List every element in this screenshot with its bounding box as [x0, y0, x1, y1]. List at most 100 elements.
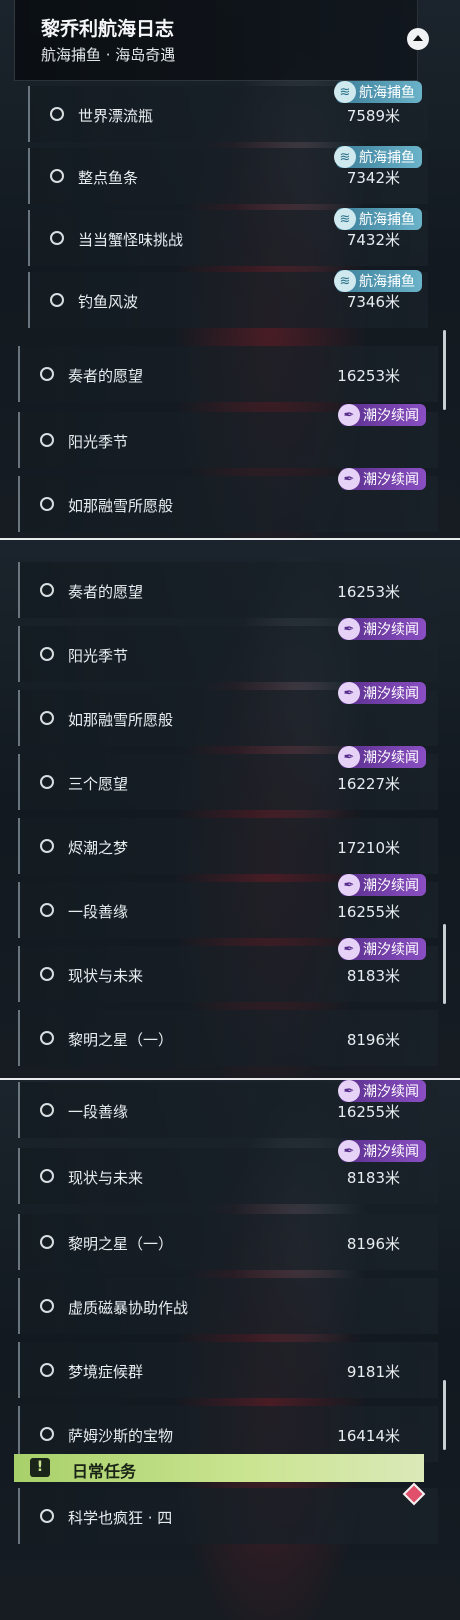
scrollbar[interactable] — [443, 924, 446, 1004]
tide-tag: ✒ 潮汐续闻 — [338, 874, 426, 896]
quest-distance: 16255米 — [337, 1103, 400, 1121]
feather-icon: ✒ — [338, 1140, 360, 1162]
quest-name: 阳光季节 — [68, 433, 129, 451]
tag-label: 航海捕鱼 — [359, 85, 415, 101]
scrollbar[interactable] — [443, 1380, 446, 1450]
feather-icon: ✒ — [338, 874, 360, 896]
tag-label: 潮汐续闻 — [363, 622, 419, 638]
tag-label: 潮汐续闻 — [363, 686, 419, 702]
scrollbar[interactable] — [443, 330, 446, 410]
quest-name: 黎明之星（一） — [68, 1235, 174, 1253]
quest-status-icon — [40, 1031, 54, 1045]
tag-label: 潮汐续闻 — [363, 750, 419, 766]
quest-name: 科学也疯狂 · 四 — [68, 1509, 173, 1527]
quest-status-icon — [40, 775, 54, 789]
tide-tag: ✒ 潮汐续闻 — [338, 468, 426, 490]
quest-row[interactable]: 科学也疯狂 · 四 — [18, 1488, 438, 1544]
tag-label: 潮汐续闻 — [363, 1144, 419, 1160]
wave-icon: ≋ — [334, 270, 356, 292]
quest-status-icon — [40, 839, 54, 853]
quest-status-icon — [50, 293, 64, 307]
tag-label: 潮汐续闻 — [363, 878, 419, 894]
quest-name: 奏者的愿望 — [68, 583, 144, 601]
quest-status-icon — [40, 1103, 54, 1117]
quest-distance: 16414米 — [337, 1427, 400, 1445]
quest-status-icon — [40, 711, 54, 725]
quest-name: 如那融雪所愿般 — [68, 711, 174, 729]
quest-status-icon — [40, 903, 54, 917]
feather-icon: ✒ — [338, 746, 360, 768]
tag-label: 航海捕鱼 — [359, 274, 415, 290]
quest-name: 世界漂流瓶 — [78, 107, 154, 125]
quest-distance: 8183米 — [346, 1169, 400, 1187]
quest-distance: 16227米 — [337, 775, 400, 793]
fishing-tag: ≋ 航海捕鱼 — [334, 146, 422, 168]
quest-name: 一段善缘 — [68, 903, 129, 921]
quest-status-icon — [40, 967, 54, 981]
quest-name: 萨姆沙斯的宝物 — [68, 1427, 174, 1445]
daily-quest-section-header[interactable]: ! 日常任务 — [14, 1454, 424, 1482]
quest-name: 现状与未来 — [68, 967, 144, 985]
quest-status-icon — [40, 647, 54, 661]
quest-name: 烬潮之梦 — [68, 839, 129, 857]
feather-icon: ✒ — [338, 1080, 360, 1102]
quest-name: 奏者的愿望 — [68, 367, 144, 385]
quest-log-header: 黎乔利航海日志 航海捕鱼 · 海岛奇遇 — [14, 0, 429, 81]
quest-distance: 16253米 — [337, 583, 400, 601]
feather-icon: ✒ — [338, 618, 360, 640]
quest-status-icon — [40, 433, 54, 447]
tag-label: 航海捕鱼 — [359, 150, 415, 166]
tag-label: 潮汐续闻 — [363, 942, 419, 958]
quest-status-icon — [40, 1235, 54, 1249]
quest-distance: 16255米 — [337, 903, 400, 921]
feather-icon: ✒ — [338, 682, 360, 704]
quest-name: 一段善缘 — [68, 1103, 129, 1121]
quest-row[interactable]: 奏者的愿望 16253米 — [18, 346, 438, 402]
quest-name: 整点鱼条 — [78, 169, 139, 187]
quest-status-icon — [40, 1299, 54, 1313]
wave-icon: ≋ — [334, 146, 356, 168]
quest-distance: 7432米 — [346, 231, 400, 249]
fishing-tag: ≋ 航海捕鱼 — [334, 81, 422, 103]
wave-icon: ≋ — [334, 208, 356, 230]
quest-name: 如那融雪所愿般 — [68, 497, 174, 515]
fishing-tag: ≋ 航海捕鱼 — [334, 270, 422, 292]
quest-distance: 16253米 — [337, 367, 400, 385]
quest-row[interactable]: 虚质磁暴协助作战 — [18, 1278, 438, 1334]
tide-tag: ✒ 潮汐续闻 — [338, 746, 426, 768]
quest-status-icon — [50, 231, 64, 245]
quest-status-icon — [40, 1169, 54, 1183]
quest-status-icon — [50, 169, 64, 183]
quest-distance: 8183米 — [346, 967, 400, 985]
quest-row[interactable]: 烬潮之梦 17210米 — [18, 818, 438, 874]
quest-status-icon — [40, 1427, 54, 1441]
section-title: 日常任务 — [72, 1462, 137, 1481]
quest-status-icon — [50, 107, 64, 121]
tag-label: 航海捕鱼 — [359, 212, 415, 228]
tag-label: 潮汐续闻 — [363, 1084, 419, 1100]
screenshot-panel-2: 奏者的愿望 16253米 阳光季节 ✒ 潮汐续闻 如那融雪所愿般 ✒ 潮汐续闻 三个… — [0, 540, 460, 1080]
quest-status-icon — [40, 1363, 54, 1377]
tide-tag: ✒ 潮汐续闻 — [338, 1140, 426, 1162]
collapse-button[interactable] — [407, 28, 429, 50]
feather-icon: ✒ — [338, 938, 360, 960]
quest-distance: 8196米 — [346, 1031, 400, 1049]
quest-name: 三个愿望 — [68, 775, 129, 793]
quest-row[interactable]: 奏者的愿望 16253米 — [18, 562, 438, 618]
quest-name: 阳光季节 — [68, 647, 129, 665]
quest-row[interactable]: 黎明之星（一） 8196米 — [18, 1214, 438, 1270]
exclamation-icon: ! — [30, 1458, 50, 1477]
quest-status-icon — [40, 1509, 54, 1523]
screenshot-panel-1: 黎乔利航海日志 航海捕鱼 · 海岛奇遇 世界漂流瓶 7589米 ≋ 航海捕鱼 整点… — [0, 0, 460, 540]
tag-label: 潮汐续闻 — [363, 472, 419, 488]
page-title: 黎乔利航海日志 — [41, 18, 175, 40]
quest-row[interactable]: 黎明之星（一） 8196米 — [18, 1010, 438, 1066]
quest-name: 黎明之星（一） — [68, 1031, 174, 1049]
quest-name: 虚质磁暴协助作战 — [68, 1299, 189, 1317]
wave-icon: ≋ — [334, 81, 356, 103]
quest-row[interactable]: 梦境症候群 9181米 — [18, 1342, 438, 1398]
tide-tag: ✒ 潮汐续闻 — [338, 682, 426, 704]
quest-name: 梦境症候群 — [68, 1363, 144, 1381]
quest-name: 当当蟹怪味挑战 — [78, 231, 184, 249]
quest-name: 现状与未来 — [68, 1169, 144, 1187]
